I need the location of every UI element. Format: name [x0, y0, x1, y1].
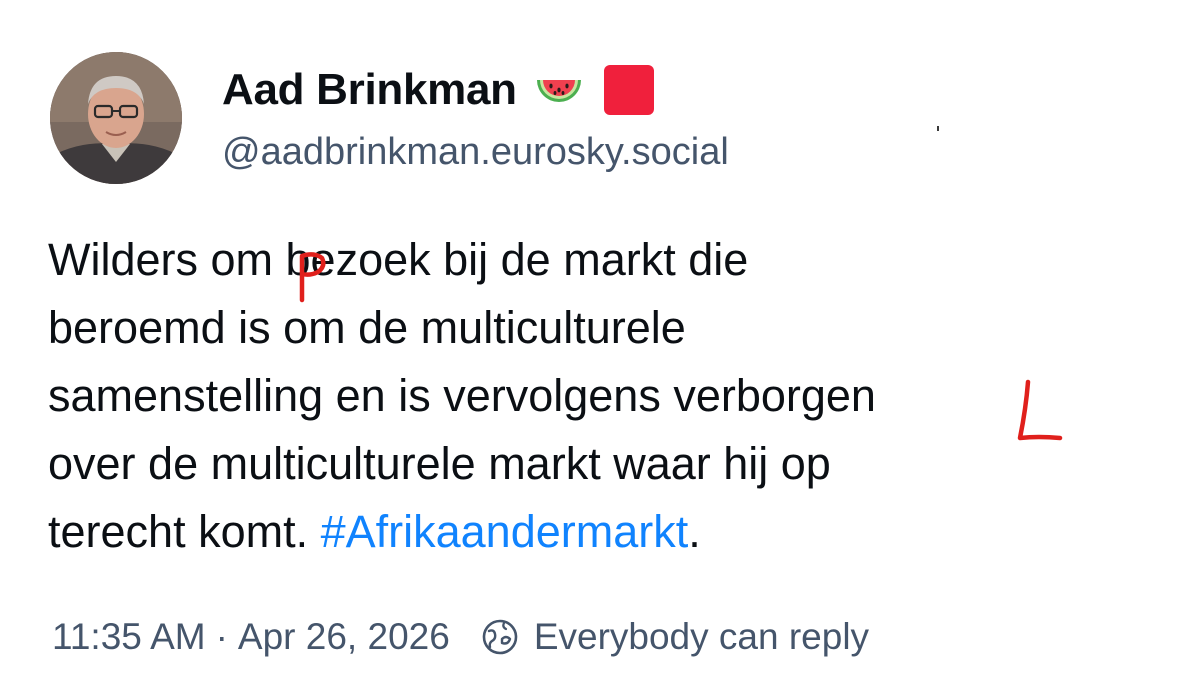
meta-separator: ·	[215, 616, 228, 657]
post-text-line: over de multiculturele markt waar hij op	[48, 438, 831, 489]
post-text-line-last: terecht komt. #Afrikaandermarkt.	[48, 498, 1158, 566]
post-date[interactable]: Apr 26, 2026	[238, 616, 450, 658]
stray-mark	[937, 126, 939, 131]
post-time[interactable]: 11:35 AM	[52, 616, 206, 658]
post-text-line: samenstelling en is vervolgens verborgen	[48, 370, 876, 421]
post-text-line: beroemd is om de multiculturele	[48, 302, 686, 353]
reply-setting[interactable]: Everybody can reply	[480, 616, 869, 658]
trailing-punctuation: .	[688, 506, 701, 557]
globe-reply-icon	[482, 619, 518, 655]
hashtag-link[interactable]: #Afrikaandermarkt	[321, 506, 689, 557]
reply-setting-label: Everybody can reply	[533, 616, 870, 657]
red-square-emoji-icon	[601, 62, 657, 118]
post-text: Wilders om bezoek bij de markt die beroe…	[48, 226, 1158, 566]
post-text-tail: terecht komt.	[48, 506, 321, 557]
avatar[interactable]	[50, 52, 182, 184]
avatar-photo	[50, 52, 182, 184]
name-row: Aad Brinkman	[222, 58, 657, 122]
display-name[interactable]: Aad Brinkman	[222, 68, 517, 112]
post-text-line: Wilders om bezoek bij de markt die	[48, 234, 749, 285]
post-meta: 11:35 AM · Apr 26, 2026 Everybody can re…	[52, 612, 869, 662]
watermelon-emoji-icon	[531, 62, 587, 118]
user-handle[interactable]: @aadbrinkman.eurosky.social	[222, 130, 729, 176]
